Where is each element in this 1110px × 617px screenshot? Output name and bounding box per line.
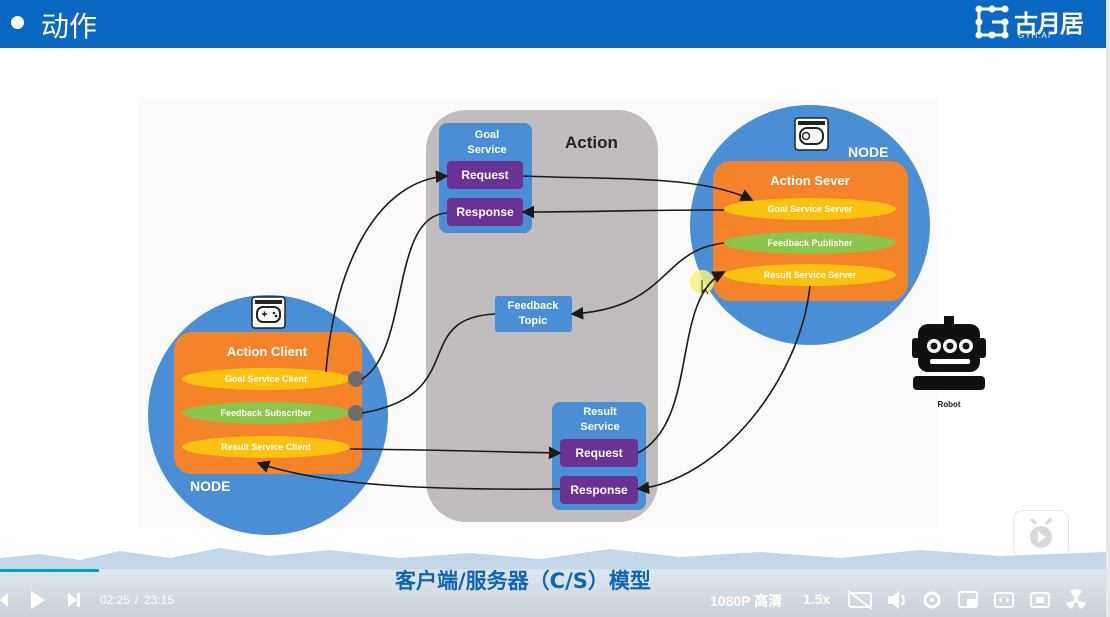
robot-icon — [912, 316, 986, 390]
goal-service-client-label: Goal Service Client — [224, 374, 308, 384]
action-server-label: Action Sever — [770, 173, 850, 188]
feedback-subscriber-label: Feedback Subscriber — [220, 408, 312, 418]
total-time: 23:15 — [144, 593, 175, 607]
client-node-label: NODE — [190, 478, 231, 494]
radiation-icon[interactable] — [1066, 589, 1086, 609]
prev-icon[interactable] — [0, 593, 8, 607]
action-title: Action — [565, 133, 618, 152]
volume-icon[interactable] — [888, 591, 905, 609]
quality-selector[interactable]: 1080P 高清 — [710, 591, 782, 611]
robot-label: Robot — [937, 400, 961, 409]
goal-response-label: Response — [456, 205, 514, 219]
feedback-publisher-label: Feedback Publisher — [767, 238, 853, 248]
widescreen-icon[interactable] — [994, 592, 1014, 608]
robot-device-icon — [794, 117, 829, 151]
gamepad-icon — [251, 296, 286, 329]
next-icon[interactable] — [68, 593, 80, 607]
goal-request-label: Request — [461, 168, 509, 182]
result-service-client-label: Result Service Client — [221, 442, 311, 452]
result-service-server-label: Result Service Server — [763, 270, 857, 280]
goal-service-server-label: Goal Service Server — [767, 204, 853, 214]
danmaku-off-icon[interactable] — [847, 590, 873, 610]
result-request-label: Request — [575, 446, 623, 460]
goal-client-port — [348, 371, 364, 387]
pip-icon[interactable] — [958, 591, 978, 608]
feedback-client-port — [348, 405, 364, 421]
speed-selector[interactable]: 1.5x — [803, 591, 830, 607]
fullscreen-icon[interactable] — [1030, 592, 1050, 608]
feedback-topic-label: Feedback Topic — [507, 300, 559, 327]
action-client-label: Action Client — [226, 344, 308, 359]
current-time: 02:25 — [100, 593, 131, 607]
settings-icon[interactable] — [923, 591, 941, 609]
result-response-label: Response — [570, 483, 628, 497]
goal-service-title: Goal Service — [467, 129, 507, 156]
result-service-title: Result Service — [580, 406, 620, 433]
server-node-label: NODE — [848, 144, 889, 160]
time-separator: / — [135, 593, 139, 607]
play-icon[interactable] — [31, 591, 45, 609]
